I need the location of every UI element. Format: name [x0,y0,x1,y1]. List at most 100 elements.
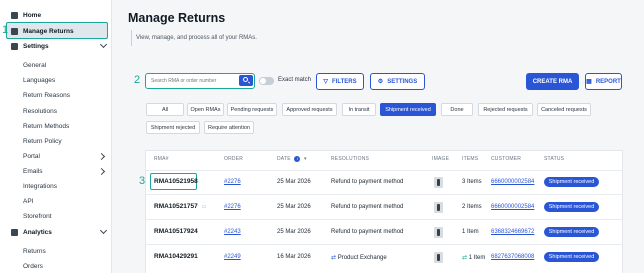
tab-pending-requests[interactable]: Pending requests [227,103,277,116]
gear-icon: ⚙ [377,79,384,85]
tab-require-attention[interactable]: Require attention [204,121,254,134]
chevron-right-icon [97,152,106,160]
copy-icon[interactable]: ▭ [202,204,207,210]
callout-2: 2 [134,74,141,86]
resolution-cell: Refund to payment method [331,229,404,235]
rma-number[interactable]: RMA10429291 [154,253,198,260]
resolution-cell: Refund to payment method [331,179,404,185]
sidebar-item-label: Storefront [23,212,52,220]
rma-number[interactable]: RMA10521757 ▭ [154,203,206,210]
sidebar-item-resolutions[interactable]: Resolutions [0,104,112,118]
exchange-icon: ⇄ [462,255,468,261]
sidebar-item-analytics[interactable]: Analytics [0,225,112,239]
sidebar-item-label: Resolutions [23,107,57,115]
column-header-order: ORDER [224,156,244,162]
tab-in-transit[interactable]: In transit [342,103,376,116]
create-rma-button[interactable]: CREATE RMA [526,73,579,90]
tab-canceled-requests[interactable]: Canceled requests [537,103,591,116]
page-title: Manage Returns [128,11,226,25]
sidebar-item-integrations[interactable]: Integrations [0,179,112,193]
sidebar-item-label: Return Policy [23,137,62,145]
tab-shipment-rejected[interactable]: Shipment rejected [146,121,200,134]
status-badge: Shipment received [544,252,599,262]
customer-link[interactable]: 6827637068008 [491,254,534,260]
column-header-status: STATUS [544,156,565,162]
date-cell: 25 Mar 2026 [277,204,311,210]
sidebar-item-storefront[interactable]: Storefront [0,209,112,223]
row-divider [146,219,622,220]
tab-open-rmas[interactable]: Open RMAs [187,103,224,116]
date-cell: 25 Mar 2026 [277,229,311,235]
column-header-items: ITEMS [462,156,479,162]
order-link[interactable]: #2276 [224,179,241,185]
status-badge: Shipment received [544,202,599,212]
sidebar-item-label: API [23,197,34,205]
date-header-label: DATE [277,156,291,162]
sidebar-item-returns[interactable]: Returns [0,244,112,258]
exact-match-toggle[interactable] [259,77,274,85]
sidebar-item-label: Returns [23,247,46,255]
date-cell: 16 Mar 2026 [277,254,311,260]
settings-button[interactable]: ⚙ SETTINGS [370,73,425,90]
product-thumbnail [434,252,443,263]
chevron-down-icon [99,226,108,235]
report-label: REPORT [595,78,621,85]
resolution-cell: ⇄ Product Exchange [331,254,387,261]
sidebar-item-api[interactable]: API [0,194,112,208]
exact-match-label: Exact match [278,77,312,83]
tab-shipment-received[interactable]: Shipment received [380,103,436,116]
tab-rejected-requests[interactable]: Rejected requests [478,103,533,116]
sidebar-item-portal[interactable]: Portal [0,149,112,163]
sidebar-item-general[interactable]: General [0,58,112,72]
analytics-icon [11,228,18,236]
column-header-date[interactable]: DATE i ▾ [277,156,307,162]
settings-label: SETTINGS [387,78,418,85]
chevron-right-icon [97,167,106,175]
order-link[interactable]: #2243 [224,229,241,235]
sidebar-item-label: Manage Returns [23,27,74,35]
status-badge: Shipment received [544,227,599,237]
search-button[interactable] [239,75,253,86]
report-button[interactable]: ▦ REPORT [585,73,622,90]
rma-number[interactable]: RMA10521958 [154,178,198,185]
filters-button[interactable]: ▽ FILTERS [316,73,364,90]
sidebar-item-label: Languages [23,76,56,84]
sidebar-item-orders[interactable]: Orders [0,259,112,273]
order-link[interactable]: #2249 [224,254,241,260]
product-thumbnail [434,202,443,213]
tab-all[interactable]: All [146,103,184,116]
rma-number[interactable]: RMA10517924 [154,228,198,235]
sidebar-item-manage-returns[interactable]: Manage Returns [0,24,112,38]
sidebar-item-return-policy[interactable]: Return Policy [0,134,112,148]
date-cell: 25 Mar 2026 [277,179,311,185]
search-box [145,73,255,89]
sidebar-item-label: Analytics [23,228,52,236]
items-text: 1 Item [468,255,486,261]
sidebar-item-return-reasons[interactable]: Return Reasons [0,88,112,102]
items-cell: ⇄ 1 Item [462,254,485,261]
exchange-icon: ⇄ [331,255,337,261]
rma-number-text: RMA10521757 [154,203,198,210]
tab-done[interactable]: Done [441,103,473,116]
sidebar-item-return-methods[interactable]: Return Methods [0,119,112,133]
sidebar-item-languages[interactable]: Languages [0,73,112,87]
row-divider [146,244,622,245]
customer-link[interactable]: 6660000002584 [491,179,534,185]
search-input[interactable] [146,74,236,87]
order-link[interactable]: #2276 [224,204,241,210]
sidebar-item-settings[interactable]: Settings [0,39,112,53]
sidebar: Home Manage Returns Settings General Lan… [0,0,112,273]
sidebar-item-label: Return Reasons [23,91,70,99]
customer-link[interactable]: 6368324669672 [491,229,534,235]
sidebar-item-label: General [23,61,47,69]
sidebar-item-home[interactable]: Home [0,8,112,22]
tab-approved-requests[interactable]: Approved requests [282,103,337,116]
items-cell: 1 Item [462,229,479,235]
filters-label: FILTERS [332,78,357,85]
items-cell: 2 Items [462,204,482,210]
column-header-image: IMAGE [432,156,450,162]
sidebar-item-emails[interactable]: Emails [0,164,112,178]
customer-link[interactable]: 6660000002584 [491,204,534,210]
sidebar-item-label: Integrations [23,182,57,190]
page-subtitle: View, manage, and process all of your RM… [131,30,257,46]
